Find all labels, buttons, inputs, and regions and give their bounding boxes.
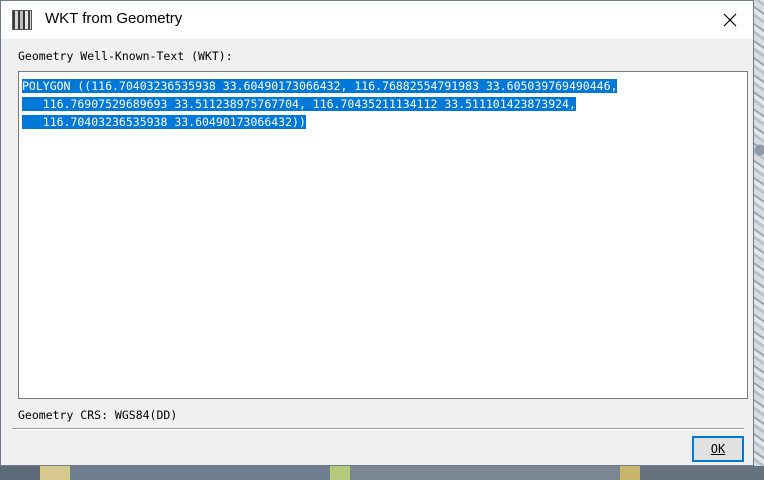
close-icon xyxy=(723,13,737,27)
divider xyxy=(12,428,744,430)
ok-button[interactable]: OK xyxy=(692,436,744,462)
map-background-strip xyxy=(0,466,764,480)
wkt-line-text: 116.76907529689693 33.511238975767704, 1… xyxy=(22,97,576,111)
app-icon xyxy=(12,10,32,30)
wkt-line-text: POLYGON ((116.70403236535938 33.60490173… xyxy=(22,79,618,93)
wkt-line: POLYGON ((116.70403236535938 33.60490173… xyxy=(22,77,744,95)
wkt-line: 116.76907529689693 33.511238975767704, 1… xyxy=(22,95,744,113)
wkt-label: Geometry Well-Known-Text (WKT): xyxy=(18,49,233,63)
wkt-line: 116.70403236535938 33.60490173066432)) xyxy=(22,113,744,131)
crs-label: Geometry CRS: WGS84(DD) xyxy=(18,408,178,422)
wkt-text-area[interactable]: POLYGON ((116.70403236535938 33.60490173… xyxy=(18,71,748,399)
close-button[interactable] xyxy=(707,1,753,39)
wkt-line-text: 116.70403236535938 33.60490173066432)) xyxy=(22,115,306,129)
wkt-dialog: WKT from Geometry Geometry Well-Known-Te… xyxy=(0,0,754,466)
window-title: WKT from Geometry xyxy=(45,10,183,27)
title-bar[interactable]: WKT from Geometry xyxy=(1,1,753,39)
